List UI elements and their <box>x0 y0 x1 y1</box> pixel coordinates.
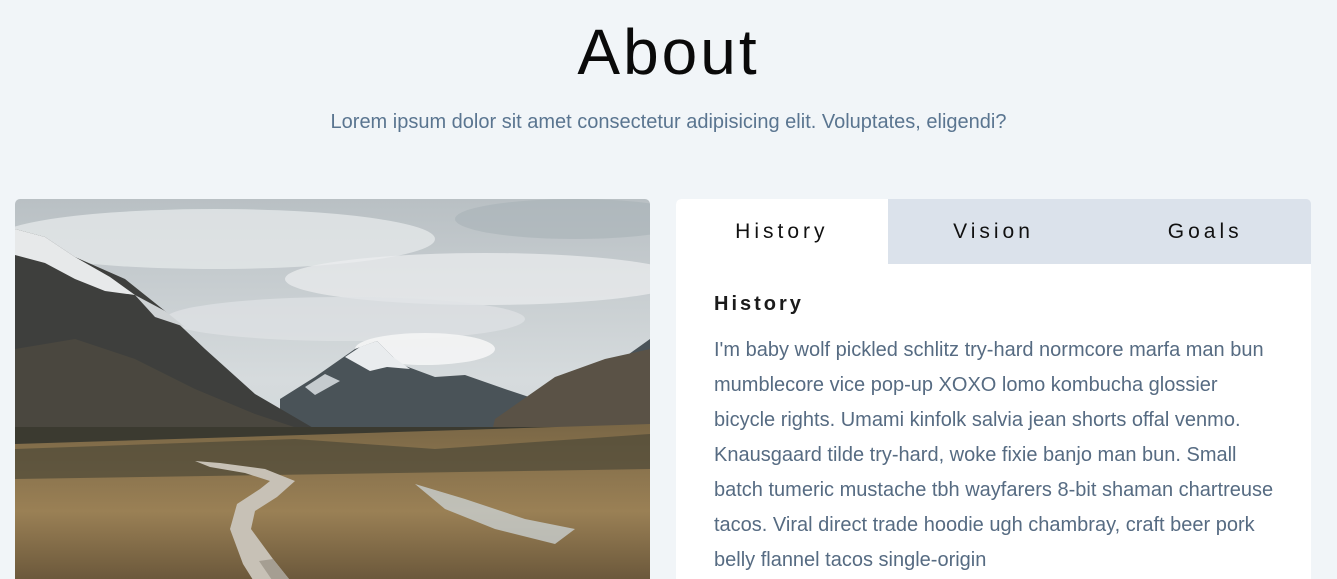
content-heading: History <box>714 293 804 315</box>
content-body: I'm baby wolf pickled schlitz try-hard n… <box>714 339 1274 571</box>
page-title: About <box>577 16 760 88</box>
about-tabs-panel: History Vision Goals History I'm baby wo… <box>676 199 1311 579</box>
page-subtitle: Lorem ipsum dolor sit amet consectetur a… <box>330 111 1007 133</box>
tab-content: History I'm baby wolf pickled schlitz tr… <box>676 264 1311 578</box>
about-page: About Lorem ipsum dolor sit amet consect… <box>0 0 1337 579</box>
tab-history[interactable]: History <box>676 199 888 264</box>
about-image <box>15 199 650 579</box>
tab-bar: History Vision Goals <box>676 199 1311 264</box>
tab-vision[interactable]: Vision <box>887 199 1100 264</box>
landscape-photo <box>15 199 650 579</box>
tab-goals[interactable]: Goals <box>1099 199 1311 264</box>
